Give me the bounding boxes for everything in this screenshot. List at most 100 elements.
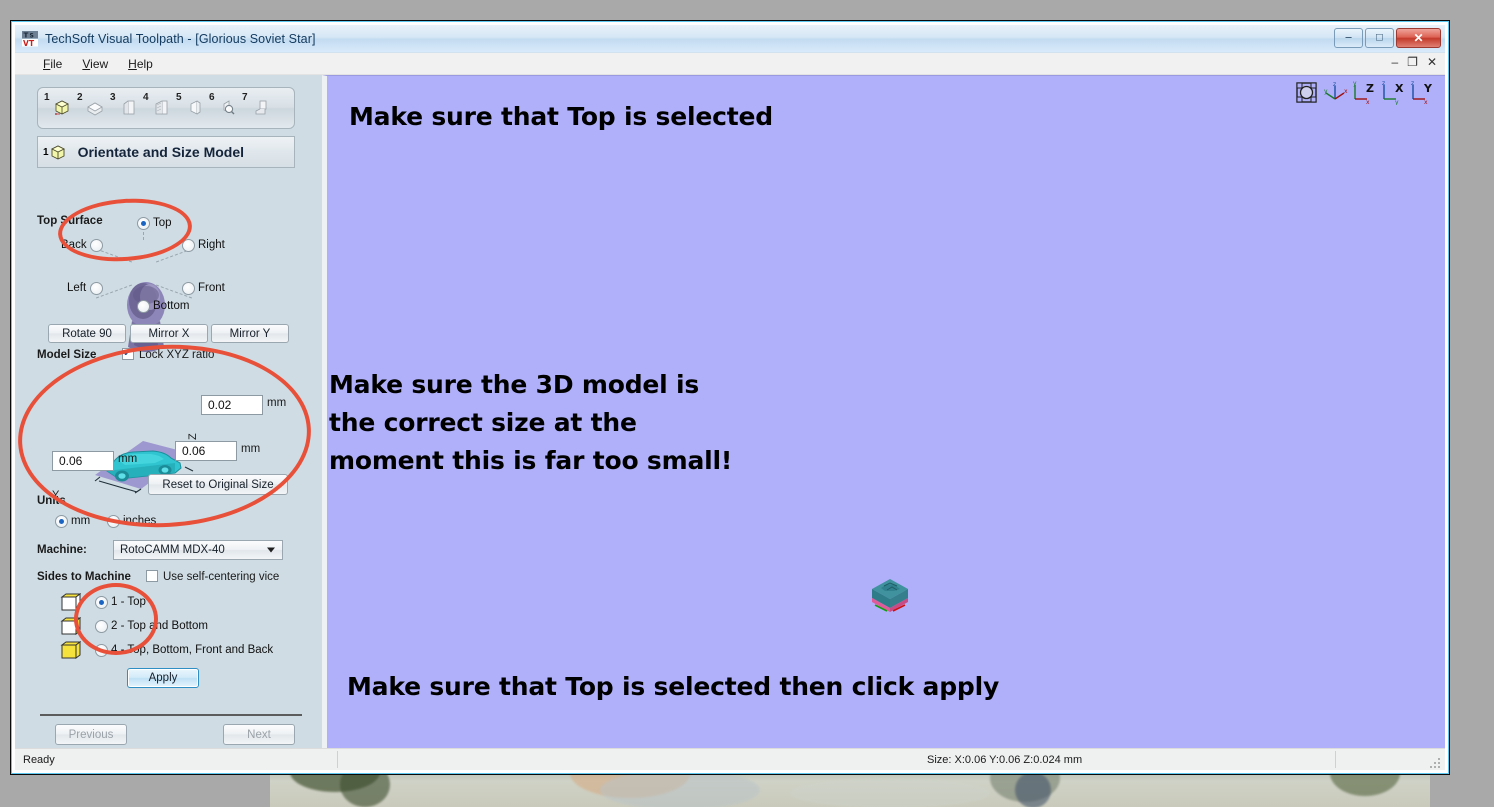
mdi-close-button[interactable]: ✕ (1427, 55, 1437, 69)
step-button-1[interactable]: 1 (43, 92, 76, 124)
menu-item-view[interactable]: View (72, 55, 118, 73)
x-size-input[interactable]: 0.06 (175, 441, 237, 461)
step-button-5[interactable]: 5 (175, 92, 208, 124)
label-top-surface-front: Front (198, 282, 225, 294)
rotate-90-button[interactable]: Rotate 90 (48, 324, 126, 343)
cube-four-sides-icon (59, 640, 82, 662)
export-icon (251, 98, 269, 116)
block-icon (86, 98, 104, 116)
annotation-model-size-line1: Make sure the 3D model is (329, 370, 700, 399)
svg-text:x: x (1366, 99, 1370, 105)
fit-view-icon[interactable] (1294, 80, 1319, 105)
z-axis-view-icon[interactable]: y x Z (1352, 80, 1377, 106)
radio-sides-1-top[interactable] (95, 596, 108, 609)
menu-view-rest: iew (90, 56, 109, 71)
step-6-number: 6 (209, 92, 215, 103)
cube-top-bottom-icon (59, 616, 82, 638)
mirror-x-button[interactable]: Mirror X (130, 324, 208, 343)
step-button-6[interactable]: 6 (208, 92, 241, 124)
menu-item-file[interactable]: File (33, 55, 72, 73)
radio-sides-2-top-bottom[interactable] (95, 620, 108, 633)
panel-divider (40, 714, 302, 716)
radio-units-inches[interactable] (107, 515, 120, 528)
z-size-input[interactable]: 0.02 (201, 395, 263, 415)
svg-text:y: y (1395, 99, 1399, 105)
mirror-y-button[interactable]: Mirror Y (211, 324, 289, 343)
mdi-restore-button[interactable]: ❐ (1407, 55, 1418, 69)
minimize-icon: – (1345, 31, 1352, 44)
top-surface-group-label: Top Surface (37, 215, 103, 227)
radio-top-surface-top[interactable] (137, 217, 150, 230)
step-5-number: 5 (176, 92, 182, 103)
svg-text:z: z (1382, 80, 1385, 87)
label-sides-2-top-bottom: 2 - Top and Bottom (111, 620, 208, 632)
label-top-surface-right: Right (198, 239, 225, 251)
mdi-window-controls: – ❐ ✕ (1391, 55, 1437, 69)
radio-top-surface-right[interactable] (182, 239, 195, 252)
svg-text:X: X (1395, 82, 1404, 95)
step-button-4[interactable]: 4 (142, 92, 175, 124)
label-sides-4-all: 4 - Top, Bottom, Front and Back (111, 644, 274, 656)
application-window: T S V T TechSoft Visual Toolpath - [Glor… (10, 20, 1450, 775)
svg-text:x: x (1344, 88, 1348, 95)
radio-units-mm[interactable] (55, 515, 68, 528)
self-centering-vice-checkbox[interactable] (146, 570, 158, 582)
annotation-click-apply: Make sure that Top is selected then clic… (347, 672, 1000, 701)
x-axis-view-icon[interactable]: z y X (1381, 80, 1406, 106)
svg-text:y: y (1324, 88, 1328, 95)
step-title-label: Orientate and Size Model (77, 144, 245, 160)
machine-select[interactable]: RotoCAMM MDX-40 (113, 540, 283, 560)
previous-button[interactable]: Previous (55, 724, 127, 745)
next-button[interactable]: Next (223, 724, 295, 745)
y-axis-view-icon[interactable]: z x Y (1410, 80, 1435, 106)
model-size-group-label: Model Size (37, 349, 97, 361)
machine-label: Machine: (37, 544, 87, 556)
svg-text:x: x (1424, 99, 1428, 105)
menu-file-rest: ile (50, 56, 63, 71)
step-button-7[interactable]: 7 (241, 92, 274, 124)
app-icon: T S V T (21, 30, 39, 48)
mdi-minimize-button[interactable]: – (1391, 55, 1398, 69)
magnifier-icon (218, 98, 236, 116)
label-top-surface-top: Top (153, 217, 172, 229)
radio-top-surface-back[interactable] (90, 239, 103, 252)
menu-bar: File View Help – ❐ ✕ (15, 53, 1445, 75)
radio-sides-4-all[interactable] (95, 644, 108, 657)
resize-grip[interactable] (1430, 756, 1442, 768)
step-button-3[interactable]: 3 (109, 92, 142, 124)
y-size-input[interactable]: 0.06 (52, 451, 114, 471)
view-toolbar: z y x y x Z z y X z x Y (1294, 80, 1435, 106)
reset-to-original-size-button[interactable]: Reset to Original Size (148, 474, 288, 495)
isometric-view-icon[interactable]: z y x (1323, 80, 1348, 105)
step-7-number: 7 (242, 92, 248, 103)
wizard-panel: 1 2 3 4 5 6 7 1 Orientate and Size Model… (13, 75, 322, 748)
annotation-top-selected: Make sure that Top is selected (349, 102, 773, 131)
lock-xyz-checkbox[interactable] (122, 347, 134, 360)
connector-back (95, 248, 133, 263)
minimize-button[interactable]: – (1334, 28, 1363, 48)
y-size-unit: mm (118, 453, 138, 465)
menu-help-rest: elp (136, 56, 153, 71)
3d-viewport[interactable]: z y x y x Z z y X z x Y Make sure that T… (322, 75, 1445, 748)
radio-top-surface-front[interactable] (182, 282, 195, 295)
window-title: TechSoft Visual Toolpath - [Glorious Sov… (45, 31, 316, 46)
self-centering-vice-label: Use self-centering vice (163, 571, 280, 583)
menu-item-help[interactable]: Help (118, 55, 163, 73)
close-icon: ✕ (1413, 31, 1424, 45)
status-bar: Ready Size: X:0.06 Y:0.06 Z:0.024 mm (15, 748, 1445, 770)
close-button[interactable]: ✕ (1396, 28, 1441, 48)
radio-top-surface-left[interactable] (90, 282, 103, 295)
step-1-number: 1 (44, 92, 50, 103)
x-size-unit: mm (241, 443, 261, 455)
maximize-icon: □ (1376, 31, 1383, 44)
cube-icon (49, 143, 68, 161)
current-step-header: 1 Orientate and Size Model (37, 136, 295, 168)
apply-button[interactable]: Apply (127, 668, 199, 688)
chevron-down-icon (267, 547, 275, 553)
page-icon (185, 98, 203, 116)
cube-top-icon (59, 592, 82, 614)
maximize-button[interactable]: □ (1365, 28, 1394, 48)
status-size-text: Size: X:0.06 Y:0.06 Z:0.024 mm (927, 753, 1083, 766)
step-button-2[interactable]: 2 (76, 92, 109, 124)
radio-top-surface-bottom[interactable] (137, 300, 150, 313)
